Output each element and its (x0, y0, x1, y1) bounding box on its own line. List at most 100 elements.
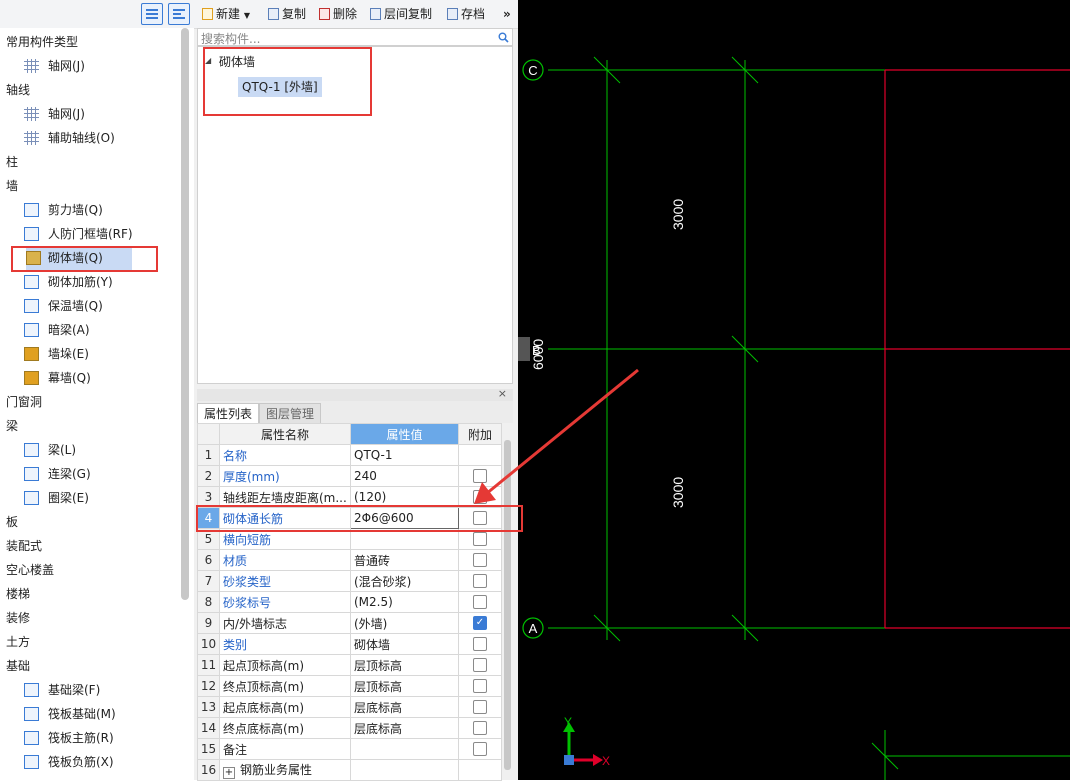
tree-item[interactable]: 人防门框墙(RF) (0, 222, 180, 246)
property-row[interactable]: 16 + 钢筋业务属性 (197, 759, 502, 781)
detail-view-button[interactable] (168, 3, 190, 25)
dimension-lower: 3000 (670, 477, 686, 508)
property-value[interactable]: 层底标高 (350, 696, 459, 718)
tree-category[interactable]: 墙 (0, 174, 186, 198)
tree-item[interactable]: 圈梁(E) (0, 486, 180, 510)
tree-item[interactable]: 墙垛(E) (0, 342, 180, 366)
tree-item[interactable]: 连梁(G) (0, 462, 180, 486)
property-value[interactable] (350, 738, 459, 760)
tree-item[interactable]: 筏板负筋(X) (0, 750, 180, 774)
tree-label: 楼梯 (6, 587, 31, 601)
tree-item[interactable]: 筏板主筋(R) (0, 726, 180, 750)
floor-copy-button[interactable]: 层间复制 (370, 6, 432, 22)
property-value[interactable]: 层底标高 (350, 717, 459, 739)
tree-category[interactable]: 梁 (0, 414, 186, 438)
tree-item[interactable]: 剪力墙(Q) (0, 198, 180, 222)
property-value[interactable]: QTQ-1 (350, 444, 459, 466)
archive-button[interactable]: 存档 (447, 6, 485, 22)
left-scrollbar[interactable] (181, 28, 189, 600)
tree-category[interactable]: 土方 (0, 630, 186, 654)
expand-icon[interactable]: + (223, 767, 235, 779)
tree-item[interactable]: 轴网(J) (0, 54, 180, 78)
property-name: 厚度(mm) (219, 465, 351, 487)
property-row[interactable]: 8 砂浆标号 (M2.5) (197, 591, 502, 613)
property-extra (458, 675, 502, 697)
property-name-text: 砂浆类型 (223, 574, 272, 589)
property-extra: ✓ (458, 612, 502, 634)
property-row[interactable]: 15 备注 (197, 738, 502, 760)
property-row[interactable]: 14 终点底标高(m) 层底标高 (197, 717, 502, 739)
property-row[interactable]: 10 类别 砌体墙 (197, 633, 502, 655)
archive-icon (447, 8, 458, 20)
new-button[interactable]: 新建 ▼ (202, 6, 250, 22)
tree-category[interactable]: 轴线 (0, 78, 186, 102)
property-row[interactable]: 2 厚度(mm) 240 (197, 465, 502, 487)
tree-category[interactable]: 柱 (0, 150, 186, 174)
tree-category[interactable]: 板 (0, 510, 186, 534)
tree-label: 空心楼盖 (6, 563, 55, 577)
checkbox[interactable] (473, 721, 487, 736)
property-value[interactable]: 层顶标高 (350, 654, 459, 676)
tree-category[interactable]: 装修 (0, 606, 186, 630)
property-value[interactable]: 砌体墙 (350, 633, 459, 655)
property-row[interactable]: 1 名称 QTQ-1 (197, 444, 502, 466)
delete-button[interactable]: 删除 (319, 6, 357, 22)
checkbox[interactable] (473, 742, 487, 757)
checkbox[interactable] (473, 532, 487, 547)
property-row[interactable]: 13 起点底标高(m) 层底标高 (197, 696, 502, 718)
property-row[interactable]: 9 内/外墙标志 (外墙) ✓ (197, 612, 502, 634)
foundation-beam-icon (24, 683, 39, 697)
checkbox-checked[interactable]: ✓ (473, 616, 487, 631)
property-row[interactable]: 6 材质 普通砖 (197, 549, 502, 571)
toolbar-more-button[interactable]: » (503, 6, 511, 22)
tree-category[interactable]: 基础 (0, 654, 186, 678)
property-value[interactable] (350, 759, 459, 781)
property-row[interactable]: 7 砂浆类型 (混合砂浆) (197, 570, 502, 592)
tree-item[interactable]: 幕墙(Q) (0, 366, 180, 390)
property-value[interactable]: (混合砂浆) (350, 570, 459, 592)
property-name-text: 轴线距左墙皮距离(m... (223, 490, 347, 505)
checkbox[interactable] (473, 658, 487, 673)
property-name: 起点底标高(m) (219, 696, 351, 718)
tab-layer-management[interactable]: 图层管理 (259, 403, 322, 423)
property-row[interactable]: 12 终点顶标高(m) 层顶标高 (197, 675, 502, 697)
checkbox[interactable] (473, 637, 487, 652)
checkbox[interactable] (473, 574, 487, 589)
list-view-button[interactable] (141, 3, 163, 25)
tree-item[interactable]: 辅助轴线(O) (0, 126, 180, 150)
property-value[interactable]: (外墙) (350, 612, 459, 634)
checkbox[interactable] (473, 700, 487, 715)
checkbox[interactable] (473, 679, 487, 694)
search-input[interactable]: 搜索构件... (201, 30, 260, 47)
tree-item[interactable]: 暗梁(A) (0, 318, 180, 342)
property-row[interactable]: 11 起点顶标高(m) 层顶标高 (197, 654, 502, 676)
tree-category[interactable]: 楼梯 (0, 582, 186, 606)
property-value[interactable]: 240 (350, 465, 459, 487)
copy-button[interactable]: 复制 (268, 6, 306, 22)
checkbox[interactable] (473, 595, 487, 610)
tree-category[interactable]: 门窗洞 (0, 390, 186, 414)
tree-item[interactable]: 基础梁(F) (0, 678, 180, 702)
property-value[interactable]: (M2.5) (350, 591, 459, 613)
component-toolbar: 新建 ▼ 复制 删除 层间复制 存档 » (194, 0, 518, 29)
tab-property-list[interactable]: 属性列表 (197, 403, 260, 423)
tree-category[interactable]: 装配式 (0, 534, 186, 558)
checkbox[interactable] (473, 553, 487, 568)
property-value[interactable]: 层顶标高 (350, 675, 459, 697)
tree-item[interactable]: 梁(L) (0, 438, 180, 462)
curtain-wall-icon (24, 371, 39, 385)
tree-category[interactable]: 空心楼盖 (0, 558, 186, 582)
search-icon[interactable] (498, 32, 509, 43)
tree-item[interactable]: 砌体加筋(Y) (0, 270, 180, 294)
masonry-rebar-icon (24, 275, 39, 289)
ring-beam-icon (24, 491, 39, 505)
tree-category[interactable]: 常用构件类型 (0, 30, 186, 54)
tree-label: 土方 (6, 635, 31, 649)
property-extra (458, 717, 502, 739)
row-number: 13 (197, 696, 220, 718)
tree-item[interactable]: 轴网(J) (0, 102, 180, 126)
component-search[interactable]: 搜索构件... (197, 28, 513, 46)
property-value[interactable]: 普通砖 (350, 549, 459, 571)
tree-item[interactable]: 筏板基础(M) (0, 702, 180, 726)
tree-item[interactable]: 保温墙(Q) (0, 294, 180, 318)
